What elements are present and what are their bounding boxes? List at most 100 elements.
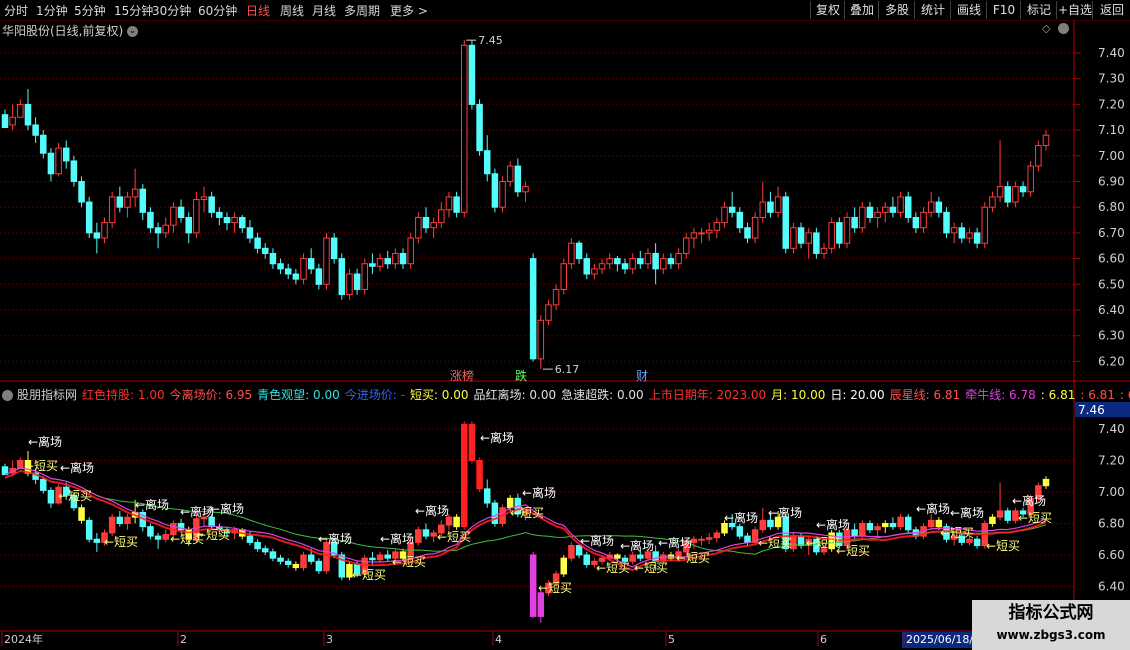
candle-body bbox=[744, 227, 751, 239]
indicator-bar bbox=[461, 423, 468, 528]
buy-signal-label: ←短买 bbox=[437, 530, 471, 544]
candle-body bbox=[774, 196, 782, 213]
candle-body bbox=[1035, 145, 1042, 167]
indicator-bar bbox=[705, 537, 713, 540]
time-axis-label: 2 bbox=[180, 633, 187, 646]
event-tag-0[interactable]: 涨榜 bbox=[450, 368, 474, 383]
indicator-value-5: 短买: 0.00 bbox=[409, 388, 469, 402]
candle-body bbox=[843, 216, 851, 244]
buy-signal-label: ←短买 bbox=[510, 506, 544, 520]
candle-body bbox=[575, 242, 583, 260]
candle-body bbox=[407, 237, 414, 265]
indicator-value-3: 青色观望: 0.00 bbox=[257, 388, 340, 402]
indicator-tick-label: 6.60 bbox=[1098, 548, 1125, 562]
candle-body bbox=[483, 150, 491, 175]
candle-body bbox=[499, 181, 506, 208]
candle-body bbox=[430, 222, 437, 229]
candle-body bbox=[966, 232, 973, 239]
candle-body bbox=[874, 211, 881, 218]
indicator-bar bbox=[797, 535, 805, 547]
indicator-bar bbox=[851, 529, 858, 537]
candle-body bbox=[897, 196, 904, 213]
indicator-bar bbox=[614, 554, 621, 559]
indicator-bar bbox=[759, 519, 767, 531]
leave-signal-label: ←离场 bbox=[950, 505, 984, 520]
indicator-bar bbox=[269, 551, 277, 559]
candle-body bbox=[392, 252, 399, 265]
buy-signal-label: ←短买 bbox=[392, 555, 426, 569]
candle-body bbox=[698, 232, 705, 235]
candle-body bbox=[629, 258, 636, 270]
candle-body bbox=[323, 237, 330, 285]
indicator-value-14: : 6.81 bbox=[1080, 388, 1115, 402]
candle-body bbox=[124, 196, 131, 208]
price-tick-label: 6.90 bbox=[1098, 175, 1125, 189]
candle-body bbox=[139, 188, 147, 213]
indicator-bar bbox=[996, 510, 1004, 518]
indicator-bar bbox=[415, 529, 422, 543]
candle-body bbox=[32, 124, 39, 136]
chevron-down-icon[interactable]: ⌄ bbox=[127, 26, 139, 37]
candle-body bbox=[736, 211, 744, 229]
chevron-circle-icon[interactable] bbox=[1058, 23, 1069, 34]
indicator-bar bbox=[284, 560, 292, 565]
candle-body bbox=[537, 319, 545, 360]
candle-body bbox=[912, 216, 920, 229]
stock-title-text: 华阳股份(日线,前复权) bbox=[2, 24, 124, 38]
leave-signal-label: ←离场 bbox=[724, 510, 758, 525]
candle-body bbox=[246, 227, 254, 239]
candle-body bbox=[177, 206, 185, 218]
settings-diamond-icon[interactable]: ◇ bbox=[1042, 22, 1050, 35]
buy-signal-label: ←短买 bbox=[24, 459, 58, 473]
candle-body bbox=[445, 196, 453, 211]
indicator-bar bbox=[453, 516, 460, 528]
candle-body bbox=[108, 196, 116, 224]
price-tick-label: 7.00 bbox=[1098, 149, 1125, 163]
candle-body bbox=[254, 237, 261, 249]
indicator-chevron-icon[interactable] bbox=[2, 390, 13, 401]
price-tick-label: 6.80 bbox=[1098, 200, 1125, 214]
buy-signal-label: ←短买 bbox=[596, 561, 630, 575]
candle-body bbox=[70, 160, 78, 183]
indicator-value-0: 股朋指标网 bbox=[17, 388, 78, 402]
candle-body bbox=[85, 201, 93, 234]
candle-body bbox=[598, 263, 606, 270]
price-tick-label: 6.30 bbox=[1098, 329, 1125, 343]
indicator-bar bbox=[889, 523, 897, 528]
indicator-value-1: 红色持股: 1.00 bbox=[82, 388, 165, 402]
indicator-bar bbox=[537, 592, 545, 617]
candle-body bbox=[652, 252, 659, 270]
leave-signal-label: ←离场 bbox=[522, 485, 556, 500]
candle-body bbox=[514, 165, 522, 193]
candle-body bbox=[660, 258, 667, 270]
candle-body bbox=[361, 263, 369, 290]
candle-body bbox=[1042, 134, 1050, 147]
kline-chart[interactable]: 7.40 7.30 7.20 7.10 7.00 6.90 6.80 6.70 6.60 6.50… bbox=[0, 0, 1130, 650]
event-tag-2[interactable]: 财 bbox=[636, 369, 648, 383]
candle-body bbox=[621, 263, 629, 270]
indicator-bar bbox=[300, 554, 307, 569]
indicator-bar bbox=[307, 554, 315, 562]
price-tick-label: 7.20 bbox=[1098, 97, 1125, 111]
leave-signal-label: ←离场 bbox=[1012, 493, 1046, 508]
candle-body bbox=[767, 201, 774, 213]
candle-body bbox=[261, 247, 269, 254]
indicator-bar bbox=[116, 516, 124, 525]
indicator-bar bbox=[422, 529, 430, 537]
candle-body bbox=[399, 252, 407, 265]
indicator-bar bbox=[583, 554, 590, 565]
candle-body bbox=[346, 273, 353, 296]
event-tag-1[interactable]: 跌 bbox=[515, 368, 527, 383]
candle-body bbox=[468, 44, 476, 105]
candle-body bbox=[40, 134, 47, 154]
candle-body bbox=[300, 258, 307, 280]
time-axis-label: 6 bbox=[820, 633, 827, 646]
indicator-bar bbox=[568, 545, 575, 559]
candle-body bbox=[200, 196, 208, 200]
buy-signal-label: ←短买 bbox=[758, 536, 792, 550]
indicator-bar bbox=[154, 535, 162, 540]
candle-body bbox=[147, 211, 154, 229]
indicator-bar bbox=[744, 535, 751, 543]
candle-body bbox=[782, 196, 790, 249]
candle-body bbox=[154, 227, 162, 234]
